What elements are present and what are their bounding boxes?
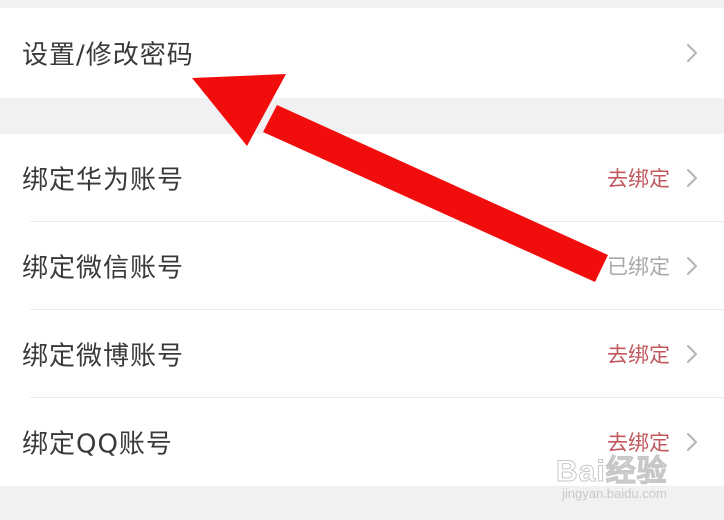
chevron-right-icon [686,256,698,276]
chevron-right-icon [686,432,698,452]
chevron-right-icon [686,168,698,188]
account-binding-section: 绑定华为账号 去绑定 绑定微信账号 已绑定 绑定微博账号 去绑定 绑定QQ账号 … [0,134,724,486]
bottom-gap [0,486,724,520]
bind-wechat-label: 绑定微信账号 [22,253,185,284]
bind-wechat-row[interactable]: 绑定微信账号 已绑定 [0,222,724,310]
bind-weibo-label: 绑定微博账号 [22,341,185,372]
chevron-right-icon [686,43,698,63]
bind-huawei-row[interactable]: 绑定华为账号 去绑定 [0,134,724,222]
bind-qq-status: 去绑定 [607,431,670,455]
bind-huawei-status: 去绑定 [607,167,670,191]
bind-qq-label: 绑定QQ账号 [22,429,173,460]
top-gap [0,0,724,8]
bind-huawei-label: 绑定华为账号 [22,165,185,196]
set-change-password-label: 设置/修改密码 [22,40,194,71]
password-section: 设置/修改密码 [0,8,724,98]
chevron-right-icon [686,344,698,364]
bind-wechat-status: 已绑定 [607,255,670,279]
bind-qq-row[interactable]: 绑定QQ账号 去绑定 [0,398,724,486]
bind-weibo-row[interactable]: 绑定微博账号 去绑定 [0,310,724,398]
set-change-password-row[interactable]: 设置/修改密码 [0,8,724,98]
bind-weibo-status: 去绑定 [607,343,670,367]
